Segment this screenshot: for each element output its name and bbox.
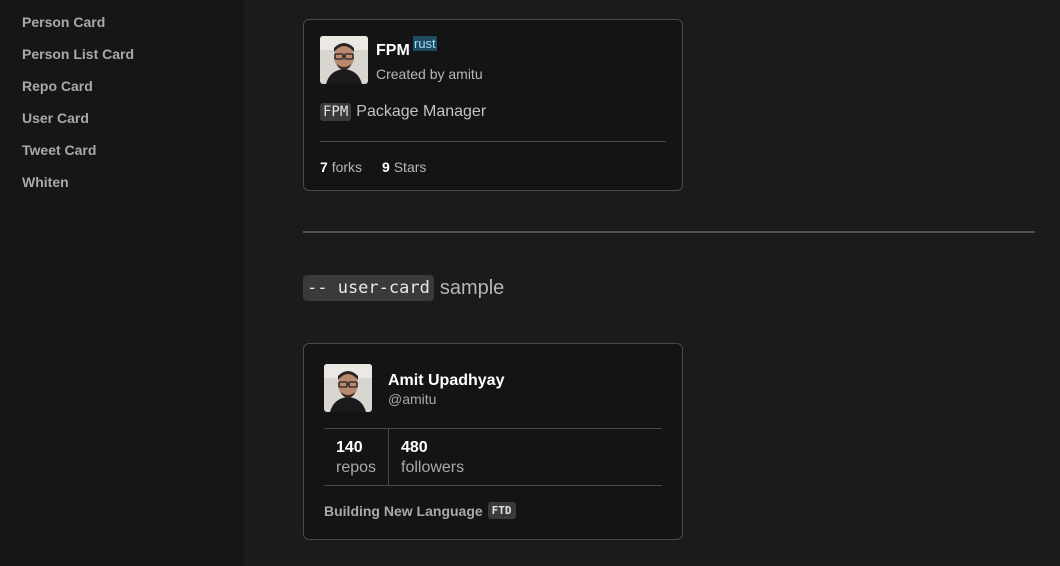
section-heading-code: -- user-card xyxy=(303,275,434,301)
repo-name[interactable]: FPM xyxy=(376,42,410,60)
repo-card-divider xyxy=(320,141,666,142)
user-bio: Building New Language FTD xyxy=(324,502,516,519)
description-code: FPM xyxy=(320,103,352,121)
repo-stats: 7 forks 9 Stars xyxy=(320,159,426,175)
sidebar-item-whiten[interactable]: Whiten xyxy=(22,174,69,190)
repo-author: Created by amitu xyxy=(376,66,483,82)
repo-description: FPM Package Manager xyxy=(320,103,486,121)
user-handle[interactable]: @amitu xyxy=(388,391,436,407)
forks-stat[interactable]: 7 forks xyxy=(320,159,362,175)
main-content: FPM rust Created by amitu FPM Package Ma… xyxy=(244,0,1060,566)
section-heading-text: sample xyxy=(439,276,505,299)
repos-count: 140 xyxy=(336,439,363,456)
user-card-bottom-divider xyxy=(324,485,662,486)
repo-card: FPM rust Created by amitu FPM Package Ma… xyxy=(303,19,683,191)
bio-text: Building New Language xyxy=(324,502,483,519)
sidebar-item-user-card[interactable]: User Card xyxy=(22,110,89,126)
user-card: Amit Upadhyay @amitu 140 repos 480 follo… xyxy=(303,343,683,540)
repo-avatar xyxy=(320,36,368,84)
section-divider xyxy=(303,231,1035,233)
language-tag: rust xyxy=(413,36,437,51)
stars-label: Stars xyxy=(393,159,427,175)
bio-code: FTD xyxy=(487,502,516,519)
sidebar-item-tweet-card[interactable]: Tweet Card xyxy=(22,142,96,158)
sidebar-item-repo-card[interactable]: Repo Card xyxy=(22,78,93,94)
user-name[interactable]: Amit Upadhyay xyxy=(388,372,504,390)
user-card-top-divider xyxy=(324,428,662,429)
followers-count: 480 xyxy=(401,439,428,456)
followers-label: followers xyxy=(401,459,465,476)
section-heading: -- user-card sample xyxy=(303,275,504,301)
sidebar: Person Card Person List Card Repo Card U… xyxy=(0,0,244,566)
repos-label: repos xyxy=(336,459,377,476)
description-text: Package Manager xyxy=(356,103,487,120)
forks-label: forks xyxy=(331,159,363,175)
stars-count: 9 xyxy=(382,159,390,175)
stats-separator xyxy=(388,429,389,485)
stars-stat[interactable]: 9 Stars xyxy=(382,159,426,175)
sidebar-item-person-list-card[interactable]: Person List Card xyxy=(22,46,134,62)
sidebar-item-person-card[interactable]: Person Card xyxy=(22,14,105,30)
user-avatar xyxy=(324,364,372,412)
forks-count: 7 xyxy=(320,159,328,175)
